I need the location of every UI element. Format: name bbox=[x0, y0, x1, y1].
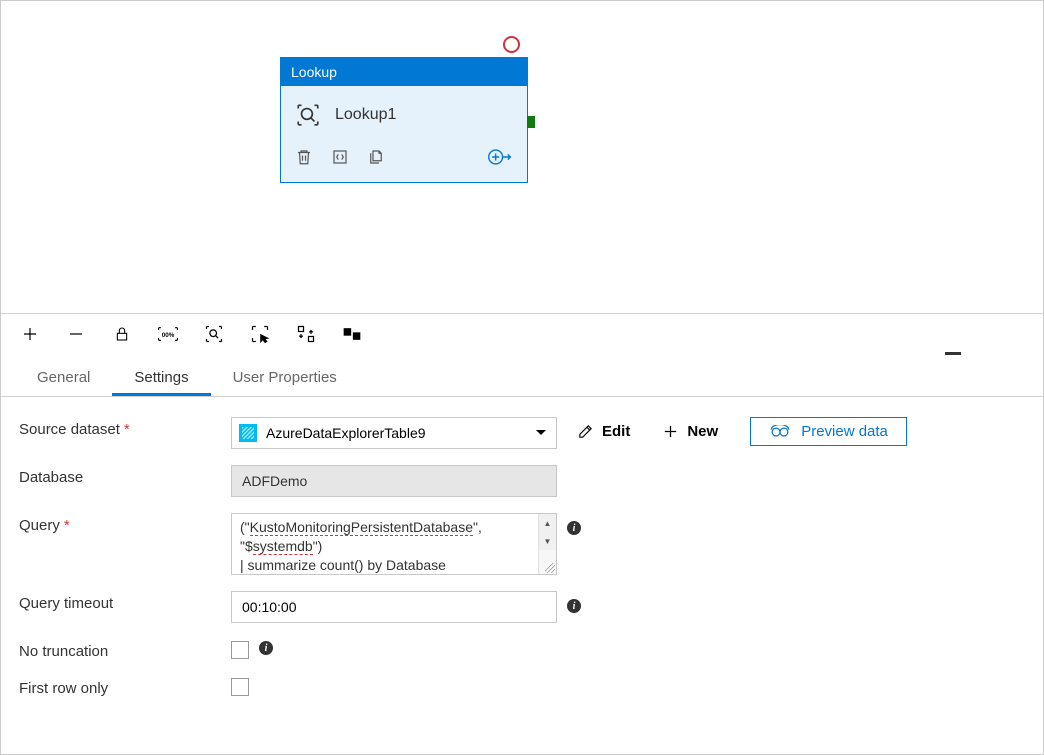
no-truncation-label: No truncation bbox=[19, 639, 231, 660]
info-icon[interactable]: i bbox=[259, 641, 273, 655]
scroll-down-icon[interactable]: ▼ bbox=[539, 532, 556, 550]
info-icon[interactable]: i bbox=[567, 521, 581, 535]
chevron-down-icon bbox=[535, 429, 547, 437]
success-output-handle[interactable] bbox=[527, 116, 535, 128]
selection-icon[interactable] bbox=[249, 323, 271, 345]
query-timeout-label: Query timeout bbox=[19, 591, 231, 612]
database-input bbox=[231, 465, 557, 497]
node-type-label: Lookup bbox=[281, 58, 527, 86]
dataset-icon bbox=[239, 424, 257, 442]
lock-icon[interactable] bbox=[111, 323, 133, 345]
preview-data-button[interactable]: Preview data bbox=[750, 417, 907, 446]
edit-button[interactable]: Edit bbox=[577, 423, 630, 440]
add-output-icon[interactable] bbox=[487, 146, 513, 168]
tab-user-properties[interactable]: User Properties bbox=[211, 359, 359, 396]
database-label: Database bbox=[19, 465, 231, 486]
zoom-out-icon[interactable] bbox=[65, 323, 87, 345]
zoom-in-icon[interactable] bbox=[19, 323, 41, 345]
lookup-activity-node[interactable]: Lookup Lookup1 bbox=[280, 57, 528, 183]
panel-resize-handle[interactable] bbox=[945, 352, 961, 355]
node-body: Lookup1 bbox=[281, 86, 527, 138]
resize-handle[interactable] bbox=[545, 563, 555, 573]
first-row-only-label: First row only bbox=[19, 676, 231, 697]
copy-icon[interactable] bbox=[367, 148, 385, 166]
new-button[interactable]: New bbox=[662, 423, 718, 440]
code-icon[interactable] bbox=[331, 148, 349, 166]
query-textarea[interactable]: ("KustoMonitoringPersistentDatabase","$s… bbox=[232, 514, 538, 574]
pipeline-canvas[interactable]: Lookup Lookup1 bbox=[1, 1, 1043, 313]
source-dataset-input[interactable] bbox=[231, 417, 557, 449]
node-toolbar bbox=[281, 138, 527, 182]
delete-icon[interactable] bbox=[295, 148, 313, 166]
first-row-only-checkbox[interactable] bbox=[231, 678, 249, 696]
settings-panel: Source dataset* Edit New Preview data bbox=[1, 397, 1043, 733]
auto-align-icon[interactable] bbox=[295, 323, 317, 345]
validation-marker-icon bbox=[503, 36, 520, 53]
properties-tabs: General Settings User Properties bbox=[1, 359, 1043, 397]
query-timeout-input[interactable] bbox=[231, 591, 557, 623]
no-truncation-checkbox[interactable] bbox=[231, 641, 249, 659]
zoom-100-icon[interactable]: 00% bbox=[157, 323, 179, 345]
source-dataset-label: Source dataset* bbox=[19, 417, 231, 438]
query-label: Query* bbox=[19, 513, 231, 534]
source-dataset-select[interactable] bbox=[231, 417, 557, 449]
tab-general[interactable]: General bbox=[15, 359, 112, 396]
info-icon[interactable]: i bbox=[567, 599, 581, 613]
query-textarea-wrap: ("KustoMonitoringPersistentDatabase","$s… bbox=[231, 513, 557, 575]
zoom-fit-icon[interactable] bbox=[203, 323, 225, 345]
scroll-up-icon[interactable]: ▲ bbox=[539, 514, 556, 532]
svg-text:00%: 00% bbox=[162, 332, 175, 339]
tab-settings[interactable]: Settings bbox=[112, 359, 210, 396]
node-name: Lookup1 bbox=[335, 106, 396, 124]
minimap-icon[interactable] bbox=[341, 323, 363, 345]
canvas-toolbar: 00% bbox=[1, 313, 1043, 353]
lookup-icon bbox=[295, 102, 321, 128]
